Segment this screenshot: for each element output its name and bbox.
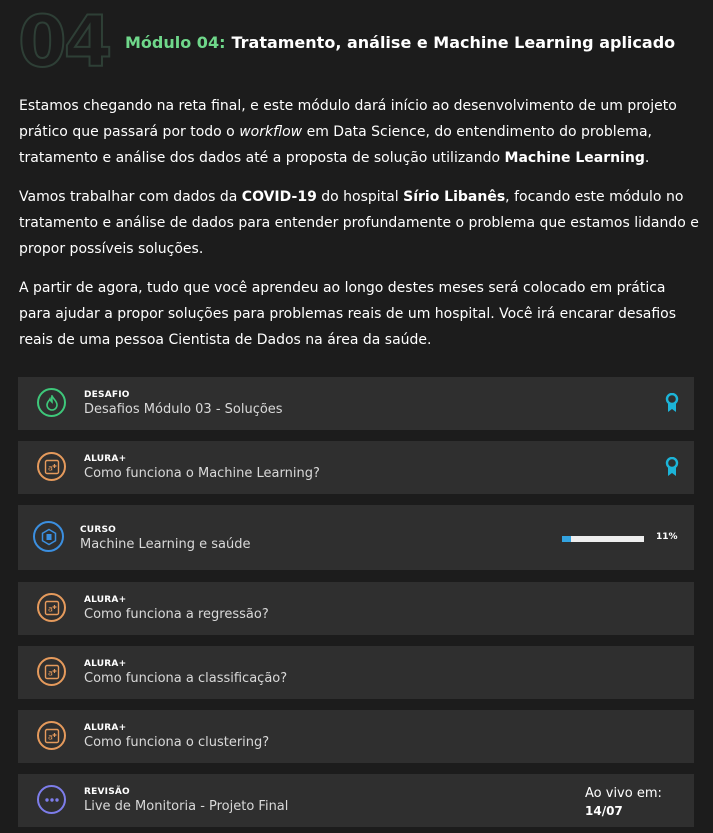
alura-plus-icon: a	[37, 657, 66, 686]
alura-plus-icon: a	[37, 452, 66, 481]
course-progress-bar	[562, 536, 644, 542]
activity-card-alura-classificacao[interactable]: a ALURA+ Como funciona a classificação?	[18, 646, 694, 699]
activity-card-alura-clustering[interactable]: a ALURA+ Como funciona o clustering?	[18, 710, 694, 763]
card-category: ALURA+	[84, 659, 127, 669]
card-title: Live de Monitoria - Projeto Final	[84, 799, 289, 814]
module-number: 04	[17, 1, 113, 83]
live-label: Ao vivo em:	[585, 786, 662, 801]
card-title: Como funciona a regressão?	[84, 607, 269, 622]
module-title: Tratamento, análise e Machine Learning a…	[231, 33, 676, 52]
module-label: Módulo 04:	[125, 33, 226, 52]
course-progress-fill	[562, 536, 572, 542]
module-description: Estamos chegando na reta final, e este m…	[19, 93, 699, 366]
card-title: Desafios Módulo 03 - Soluções	[84, 402, 283, 417]
activity-card-alura-regressao[interactable]: a ALURA+ Como funciona a regressão?	[18, 582, 694, 635]
course-hexagon-icon	[33, 521, 64, 552]
card-category: ALURA+	[84, 454, 127, 464]
card-category: CURSO	[80, 525, 116, 535]
dots-icon	[37, 785, 66, 814]
card-title: Machine Learning e saúde	[80, 537, 251, 552]
card-category: ALURA+	[84, 595, 127, 605]
intro-paragraph-2: Vamos trabalhar com dados da COVID-19 do…	[19, 189, 699, 257]
activity-card-curso[interactable]: CURSO Machine Learning e saúde 11%	[18, 505, 694, 570]
svg-text:a: a	[48, 732, 53, 741]
card-title: Como funciona o clustering?	[84, 735, 270, 750]
activity-card-alura-ml[interactable]: a ALURA+ Como funciona o Machine Learnin…	[18, 441, 694, 494]
intro-paragraph-3: A partir de agora, tudo que você aprende…	[19, 280, 676, 348]
module-title-line: Módulo 04: Tratamento, análise e Machine …	[125, 33, 675, 52]
svg-text:a: a	[48, 604, 53, 613]
intro-paragraph-1: Estamos chegando na reta final, e este m…	[19, 98, 677, 166]
alura-plus-icon: a	[37, 593, 66, 622]
card-category: ALURA+	[84, 723, 127, 733]
course-progress-label: 11%	[656, 532, 678, 542]
award-ribbon-icon	[665, 393, 679, 412]
activity-card-desafio[interactable]: DESAFIO Desafios Módulo 03 - Soluções	[18, 377, 694, 430]
activity-card-revisao[interactable]: REVISÃO Live de Monitoria - Projeto Fina…	[18, 774, 694, 827]
card-category: DESAFIO	[84, 390, 130, 400]
card-title: Como funciona a classificação?	[84, 671, 288, 686]
flame-icon	[37, 388, 66, 417]
live-date: 14/07	[585, 804, 623, 818]
award-ribbon-icon	[665, 457, 679, 476]
card-title: Como funciona o Machine Learning?	[84, 466, 320, 481]
module-header: 04 Módulo 04: Tratamento, análise e Machi…	[17, 1, 708, 83]
alura-plus-icon: a	[37, 721, 66, 750]
card-category: REVISÃO	[84, 787, 130, 797]
svg-text:a: a	[48, 463, 53, 472]
svg-text:a: a	[48, 668, 53, 677]
